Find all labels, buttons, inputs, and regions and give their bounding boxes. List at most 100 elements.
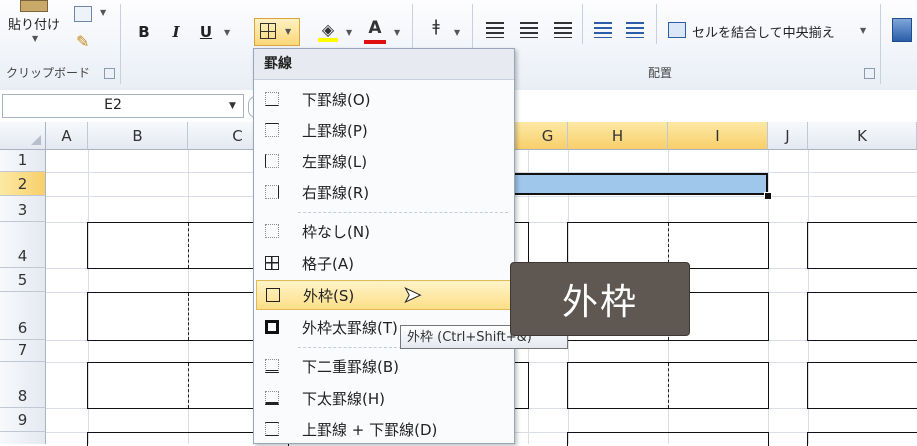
dashed-divider bbox=[668, 363, 669, 408]
divider bbox=[880, 4, 881, 84]
cell-border-box bbox=[807, 222, 917, 269]
cell-border-box bbox=[807, 292, 917, 341]
dashed-divider bbox=[188, 293, 189, 340]
divider bbox=[120, 4, 121, 84]
underline-button[interactable]: U bbox=[196, 22, 216, 42]
outside-borders-icon bbox=[266, 288, 280, 302]
menu-item-left-border[interactable]: 左罫線(L) bbox=[256, 146, 512, 176]
menu-item-top-border[interactable]: 上罫線(P) bbox=[256, 115, 512, 145]
align-left-icon[interactable] bbox=[486, 22, 504, 38]
chevron-down-icon[interactable]: ▼ bbox=[454, 28, 460, 37]
menu-item-label: 格子(A) bbox=[302, 254, 354, 273]
borders-button[interactable]: ▼ bbox=[254, 18, 300, 46]
menu-item-label: 外枠(S) bbox=[303, 286, 355, 305]
menu-item-label: 下二重罫線(B) bbox=[302, 357, 399, 376]
increase-indent-icon[interactable] bbox=[626, 22, 644, 38]
menu-item-bottom-double-border[interactable]: 下二重罫線(B) bbox=[256, 351, 512, 381]
column-header-g[interactable]: G bbox=[528, 122, 568, 150]
copy-icon[interactable] bbox=[74, 6, 92, 22]
menu-item-right-border[interactable]: 右罫線(R) bbox=[256, 177, 512, 207]
divider bbox=[656, 4, 657, 44]
column-header-k[interactable]: K bbox=[808, 122, 917, 150]
menu-item-label: 下太罫線(H) bbox=[302, 389, 385, 408]
row-header-8[interactable]: 8 bbox=[0, 362, 46, 408]
chevron-down-icon[interactable]: ▼ bbox=[229, 101, 236, 111]
menu-item-label: 下罫線(O) bbox=[302, 90, 371, 109]
launcher-icon[interactable] bbox=[104, 68, 115, 79]
dashed-divider bbox=[188, 363, 189, 408]
bottom-double-border-icon bbox=[265, 359, 279, 373]
row-header-1[interactable]: 1 bbox=[0, 150, 46, 172]
name-box[interactable]: E2 ▼ bbox=[2, 94, 244, 118]
row-header-7[interactable]: 7 bbox=[0, 340, 46, 362]
menu-item-thick-bottom-border[interactable]: 下太罫線(H) bbox=[256, 383, 512, 413]
row-header-10[interactable] bbox=[0, 432, 46, 444]
chevron-down-icon[interactable]: ▼ bbox=[346, 28, 352, 37]
merge-center-label: セルを結合して中央揃え bbox=[692, 26, 835, 41]
thick-bottom-border-icon bbox=[265, 391, 279, 405]
alignment-group-label: 配置 bbox=[648, 66, 673, 80]
menu-item-label: 枠なし(N) bbox=[302, 222, 370, 241]
chevron-down-icon: ▼ bbox=[32, 34, 39, 43]
paste-label: 貼り付け bbox=[8, 18, 61, 33]
column-header-h[interactable]: H bbox=[568, 122, 668, 150]
dashed-divider bbox=[188, 223, 189, 268]
italic-button[interactable]: I bbox=[166, 22, 186, 42]
chevron-down-icon[interactable]: ▼ bbox=[394, 28, 400, 37]
triangle-icon bbox=[31, 135, 41, 145]
align-center-icon[interactable] bbox=[520, 22, 538, 38]
divider bbox=[582, 4, 583, 44]
row-header-5[interactable]: 5 bbox=[0, 268, 46, 292]
name-box-value: E2 bbox=[104, 97, 122, 113]
menu-item-label: 左罫線(L) bbox=[302, 152, 368, 171]
video-caption: 外枠 bbox=[510, 262, 690, 336]
menu-title: 罫線 bbox=[254, 49, 514, 80]
column-header-a[interactable]: A bbox=[46, 122, 88, 150]
menu-item-label: 上罫線(P) bbox=[302, 121, 368, 140]
row-header-4[interactable]: 4 bbox=[0, 222, 46, 268]
bold-button[interactable]: B bbox=[134, 22, 154, 42]
menu-item-bottom-border[interactable]: 下罫線(O) bbox=[256, 84, 512, 114]
borders-icon bbox=[260, 23, 276, 39]
launcher-icon[interactable] bbox=[864, 68, 875, 79]
fill-color-icon[interactable]: ◈ bbox=[318, 20, 338, 42]
all-borders-icon bbox=[265, 256, 279, 270]
fill-handle[interactable] bbox=[764, 192, 772, 200]
select-all-corner[interactable] bbox=[0, 122, 46, 150]
row-header-9[interactable]: 9 bbox=[0, 408, 46, 432]
font-color-icon[interactable]: A bbox=[364, 18, 386, 44]
paste-button[interactable]: 貼り付け ▼ bbox=[2, 0, 70, 50]
mouse-cursor-icon: ➤ bbox=[402, 283, 422, 308]
merge-center-button[interactable]: セルを結合して中央揃え ▼ bbox=[666, 18, 874, 44]
format-painter-icon[interactable]: ✎ bbox=[76, 34, 94, 50]
cell-border-box bbox=[807, 362, 917, 409]
column-header-b[interactable]: B bbox=[88, 122, 188, 150]
chevron-down-icon[interactable]: ▼ bbox=[224, 28, 230, 37]
chevron-down-icon[interactable]: ▼ bbox=[285, 27, 291, 36]
menu-item-no-border[interactable]: 枠なし(N) bbox=[256, 216, 512, 246]
selection-range[interactable] bbox=[512, 173, 768, 195]
thick-outside-borders-icon bbox=[265, 320, 279, 334]
top-border-icon bbox=[265, 123, 279, 137]
chevron-down-icon[interactable]: ▼ bbox=[100, 8, 106, 17]
menu-item-label: 上罫線 + 下罫線(D) bbox=[302, 420, 438, 439]
menu-item-all-borders[interactable]: 格子(A) bbox=[256, 248, 512, 278]
align-right-icon[interactable] bbox=[554, 22, 572, 38]
right-border-icon bbox=[265, 185, 279, 199]
menu-separator bbox=[298, 212, 508, 213]
top-bottom-border-icon bbox=[265, 422, 279, 436]
row-header-3[interactable]: 3 bbox=[0, 196, 46, 222]
menu-item-label: 右罫線(R) bbox=[302, 183, 370, 202]
row-header-2[interactable]: 2 bbox=[0, 172, 46, 196]
column-header-i[interactable]: I bbox=[668, 122, 768, 150]
chevron-down-icon[interactable]: ▼ bbox=[860, 26, 866, 35]
menu-item-outside-borders[interactable]: 外枠(S) ➤ bbox=[256, 280, 512, 310]
decrease-indent-icon[interactable] bbox=[594, 22, 612, 38]
menu-item-top-and-bottom-border[interactable]: 上罫線 + 下罫線(D) bbox=[256, 414, 512, 444]
menu-item-label: 外枠太罫線(T) bbox=[302, 318, 398, 337]
column-header-j[interactable]: J bbox=[768, 122, 808, 150]
row-header-6[interactable]: 6 bbox=[0, 292, 46, 340]
bottom-border-icon bbox=[265, 92, 279, 106]
styles-icon[interactable] bbox=[892, 18, 912, 42]
text-direction-icon[interactable]: ǂ bbox=[426, 16, 446, 44]
